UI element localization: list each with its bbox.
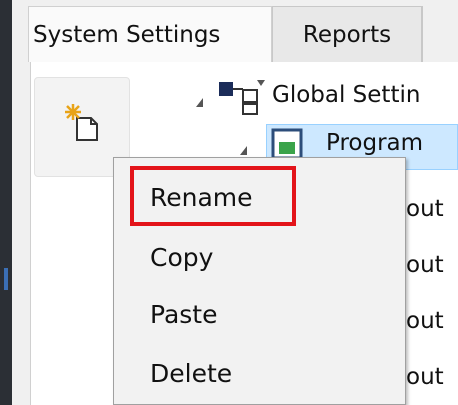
tree-node-global-settings[interactable]: Global Settin (272, 82, 420, 108)
tab-system-settings[interactable]: System Settings (28, 6, 272, 62)
expand-arrow-icon[interactable] (196, 98, 203, 107)
menu-item-copy[interactable]: Copy (114, 230, 405, 285)
expand-arrow-icon[interactable] (240, 146, 247, 155)
tab-divider (422, 6, 423, 62)
left-panel-edge (0, 0, 12, 405)
rename-highlight-box (130, 166, 296, 226)
tree-node-child[interactable]: out (406, 308, 444, 334)
global-settings-icon (217, 78, 269, 122)
tree-node-program[interactable]: Program (326, 130, 423, 156)
menu-item-delete[interactable]: Delete (114, 346, 405, 401)
menu-item-paste[interactable]: Paste (114, 287, 405, 342)
tab-reports[interactable]: Reports (272, 6, 422, 62)
left-panel-accent (4, 268, 8, 290)
new-item-icon (61, 100, 105, 148)
tree-node-child[interactable]: out (406, 252, 444, 278)
tree-node-child[interactable]: out (406, 196, 444, 222)
tree-node-child[interactable]: out (406, 364, 444, 390)
